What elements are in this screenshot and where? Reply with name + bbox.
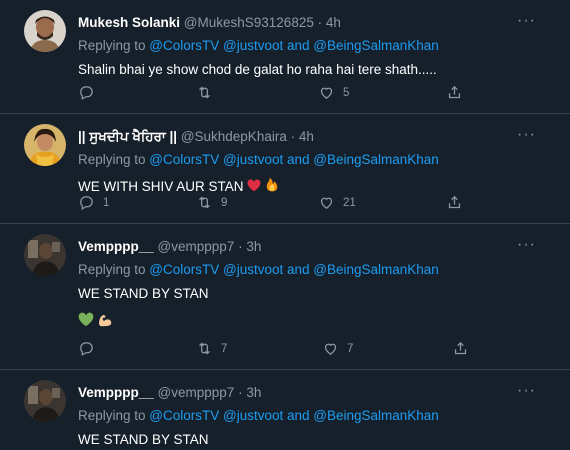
display-name[interactable]: || ਸੁਖਦੀਪ ਖੈਹਿਰਾ ||	[78, 129, 177, 144]
like-button[interactable]: 7	[322, 340, 353, 357]
replying-to-label: Replying to	[78, 38, 150, 53]
reply-icon	[80, 86, 93, 101]
avatar[interactable]	[24, 10, 66, 52]
timestamp[interactable]: 4h	[326, 15, 341, 30]
tweet-2[interactable]: || ਸੁਖਦੀਪ ਖੈਹਿਰਾ || @SukhdepKhaira · 4h …	[0, 114, 570, 224]
like-count: 7	[347, 342, 354, 355]
tweet-text: WE STAND BY STAN	[78, 286, 209, 301]
timestamp[interactable]: 3h	[246, 239, 261, 254]
green-heart-emoji	[78, 312, 94, 327]
replying-to: Replying to @ColorsTV @justvoot and @Bei…	[78, 152, 439, 167]
retweet-button[interactable]: 7	[196, 340, 227, 357]
fire-emoji	[266, 177, 278, 192]
tweet-text: Shalin bhai ye show chod de galat ho rah…	[78, 62, 437, 77]
share-icon	[448, 195, 461, 209]
tweet-text-body: WE WITH SHIV AUR STAN	[78, 179, 244, 194]
share-button[interactable]	[446, 84, 463, 101]
tweet-1[interactable]: Mukesh Solanki @MukeshS93126825 · 4h ···…	[0, 0, 570, 114]
avatar[interactable]	[24, 234, 66, 276]
tweet-text: WE STAND BY STAN	[78, 432, 209, 447]
user-handle[interactable]: @MukeshS93126825	[184, 15, 314, 30]
red-heart-emoji	[247, 179, 261, 192]
heart-icon	[324, 343, 337, 355]
separator: ·	[317, 15, 323, 30]
separator: ·	[238, 385, 243, 400]
retweet-button[interactable]	[196, 84, 221, 101]
share-icon	[448, 85, 461, 99]
avatar[interactable]	[24, 124, 66, 166]
like-button[interactable]: 21	[318, 194, 356, 211]
more-icon[interactable]: ···	[517, 236, 536, 254]
tweet-text: WE WITH SHIV AUR STAN	[78, 176, 279, 194]
flexed-biceps-emoji	[99, 314, 112, 327]
share-button[interactable]	[446, 194, 463, 211]
reply-count: 1	[103, 196, 110, 209]
like-count: 5	[343, 86, 350, 99]
separator: ·	[238, 239, 243, 254]
display-name[interactable]: Vempppp__	[78, 239, 154, 254]
like-count: 21	[343, 196, 356, 209]
user-handle[interactable]: @vempppp7	[158, 239, 235, 254]
separator: ·	[290, 129, 296, 144]
user-handle[interactable]: @SukhdepKhaira	[181, 129, 287, 144]
like-button[interactable]: 5	[318, 84, 349, 101]
retweet-icon	[199, 196, 210, 209]
user-handle[interactable]: @vempppp7	[158, 385, 235, 400]
replying-to-label: Replying to	[78, 408, 150, 423]
more-icon[interactable]: ···	[517, 12, 536, 30]
timestamp[interactable]: 3h	[246, 385, 261, 400]
replying-to: Replying to @ColorsTV @justvoot and @Bei…	[78, 408, 439, 423]
retweet-icon	[199, 342, 210, 355]
display-name[interactable]: Mukesh Solanki	[78, 15, 180, 30]
reply-icon	[80, 342, 93, 357]
replying-to: Replying to @ColorsTV @justvoot and @Bei…	[78, 262, 439, 277]
replying-to: Replying to @ColorsTV @justvoot and @Bei…	[78, 38, 439, 53]
more-icon[interactable]: ···	[517, 126, 536, 144]
timestamp[interactable]: 4h	[299, 129, 314, 144]
replying-to-label: Replying to	[78, 262, 150, 277]
replying-to-links[interactable]: @ColorsTV @justvoot and @BeingSalmanKhan	[149, 262, 439, 277]
retweet-icon	[199, 86, 210, 99]
reply-button[interactable]	[78, 340, 103, 357]
heart-icon	[320, 197, 333, 209]
tweet-4[interactable]: Vempppp__ @vempppp7 · 3h ··· Replying to…	[0, 370, 570, 450]
retweet-count: 9	[221, 196, 228, 209]
tweet-3[interactable]: Vempppp__ @vempppp7 · 3h ··· Replying to…	[0, 224, 570, 370]
avatar[interactable]	[24, 380, 66, 422]
more-icon[interactable]: ···	[517, 382, 536, 400]
display-name[interactable]: Vempppp__	[78, 385, 154, 400]
share-button[interactable]	[452, 340, 469, 357]
replying-to-links[interactable]: @ColorsTV @justvoot and @BeingSalmanKhan	[149, 408, 439, 423]
replying-to-links[interactable]: @ColorsTV @justvoot and @BeingSalmanKhan	[149, 38, 439, 53]
replying-to-label: Replying to	[78, 152, 150, 167]
reply-button[interactable]: 1	[78, 194, 109, 211]
share-icon	[454, 341, 467, 355]
retweet-button[interactable]: 9	[196, 194, 227, 211]
reply-button[interactable]	[78, 84, 103, 101]
retweet-count: 7	[221, 342, 228, 355]
replying-to-links[interactable]: @ColorsTV @justvoot and @BeingSalmanKhan	[149, 152, 439, 167]
reply-icon	[80, 196, 93, 211]
heart-icon	[320, 87, 333, 99]
